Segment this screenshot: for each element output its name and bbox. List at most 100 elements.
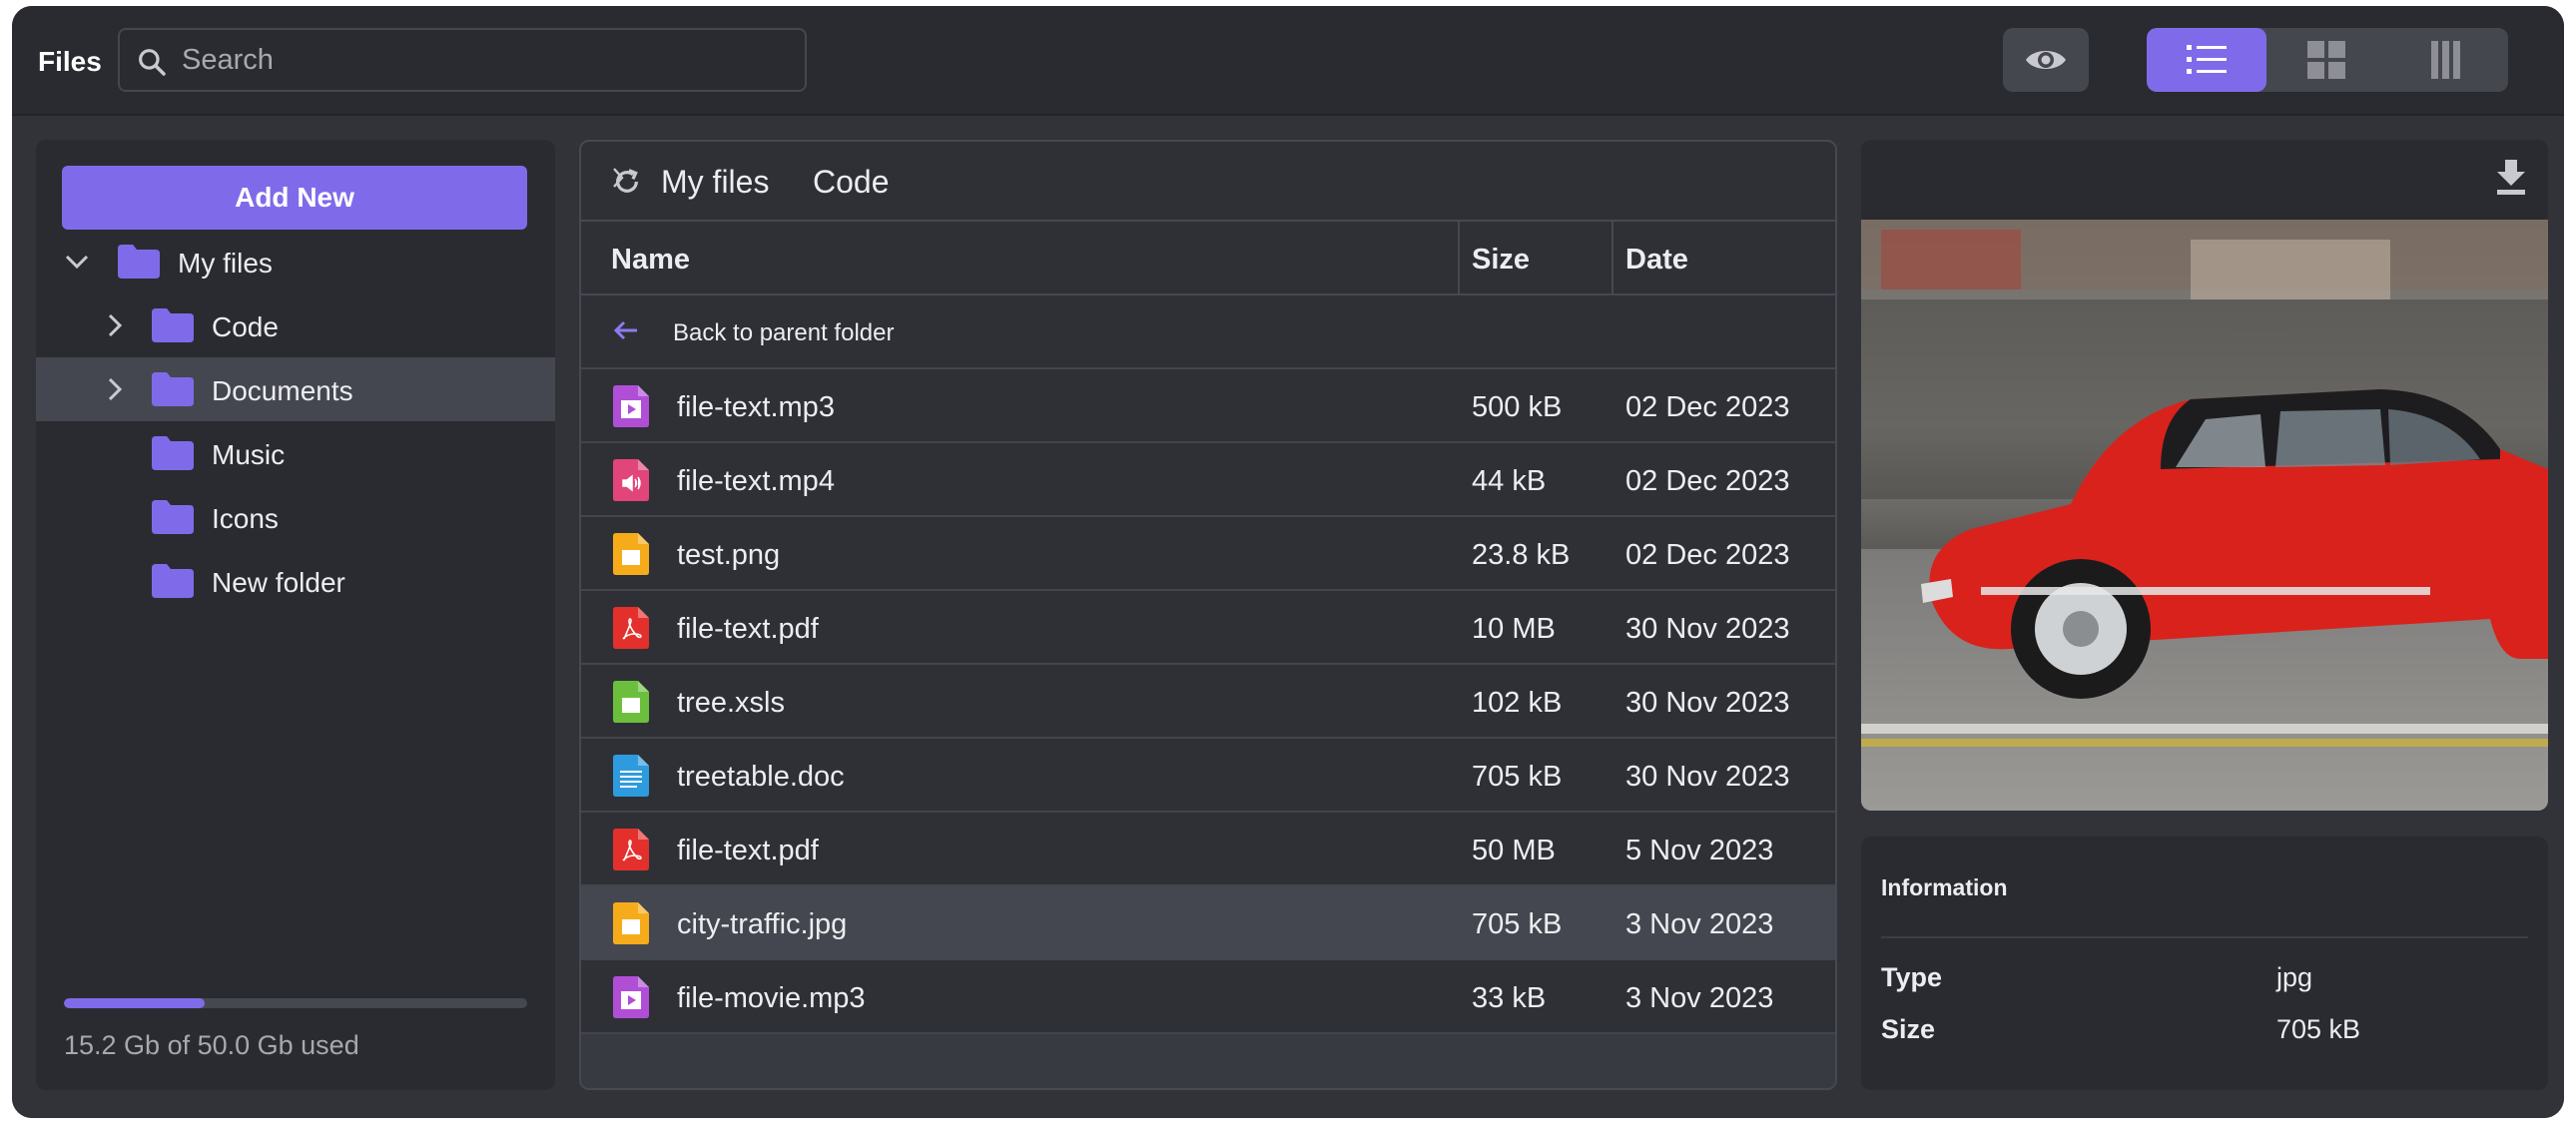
table-row[interactable]: file-text.mp4 44 kB 02 Dec 2023 <box>581 443 1835 517</box>
columns-view-icon <box>2431 41 2460 79</box>
table-row[interactable]: file-text.mp3 500 kB 02 Dec 2023 <box>581 369 1835 443</box>
column-divider <box>1458 222 1460 295</box>
arrow-left-icon <box>613 320 637 340</box>
breadcrumb: My files Code <box>581 142 1835 222</box>
tree-item-label: New folder <box>212 567 345 598</box>
folder-icon <box>118 245 160 279</box>
file-size: 102 kB <box>1472 687 1563 719</box>
file-date: 02 Dec 2023 <box>1625 391 1790 423</box>
folder-icon <box>152 372 194 406</box>
file-date: 30 Nov 2023 <box>1625 761 1790 793</box>
tree-item-my-files[interactable]: My files <box>36 230 555 293</box>
table-row[interactable]: file-text.pdf 10 MB 30 Nov 2023 <box>581 591 1835 665</box>
main-content: Add New My files Code Documents Music Ic… <box>12 116 2564 1118</box>
file-date: 02 Dec 2023 <box>1625 465 1790 497</box>
table-header: Name Size Date <box>581 222 1835 295</box>
table-row[interactable]: file-text.pdf 50 MB 5 Nov 2023 <box>581 813 1835 886</box>
grid-view-button[interactable] <box>2266 28 2386 92</box>
column-divider <box>1611 222 1613 295</box>
image-file-icon <box>613 902 649 944</box>
table-row[interactable]: city-traffic.jpg 705 kB 3 Nov 2023 <box>581 886 1835 960</box>
audio-file-icon <box>613 459 649 501</box>
info-type-value: jpg <box>2276 962 2313 992</box>
breadcrumb-current: Code <box>813 164 890 200</box>
file-size: 10 MB <box>1472 613 1556 645</box>
tree-item-code[interactable]: Code <box>36 293 555 357</box>
search-box[interactable] <box>118 28 807 92</box>
file-size: 705 kB <box>1472 761 1563 793</box>
app-title: Files <box>38 46 102 77</box>
preview-image <box>1861 220 2548 811</box>
file-size: 500 kB <box>1472 391 1563 423</box>
file-name: treetable.doc <box>677 761 845 793</box>
file-name: file-movie.mp3 <box>677 982 866 1014</box>
file-date: 3 Nov 2023 <box>1625 982 1774 1014</box>
image-file-icon <box>613 533 649 575</box>
tree-item-label: My files <box>178 248 273 279</box>
pdf-file-icon <box>613 607 649 649</box>
storage-usage-text: 15.2 Gb of 50.0 Gb used <box>64 1030 359 1060</box>
file-name: city-traffic.jpg <box>677 908 848 940</box>
file-date: 5 Nov 2023 <box>1625 835 1774 866</box>
table-row[interactable]: file-movie.mp3 33 kB 3 Nov 2023 <box>581 960 1835 1034</box>
file-size: 33 kB <box>1472 982 1547 1014</box>
information-panel: Information Type jpg Size 705 kB <box>1861 837 2548 1090</box>
information-divider <box>1881 936 2528 938</box>
search-input[interactable] <box>182 40 781 80</box>
table-row[interactable]: tree.xsls 102 kB 30 Nov 2023 <box>581 665 1835 739</box>
grid-view-icon <box>2307 41 2345 79</box>
table-row[interactable]: test.png 23.8 kB 02 Dec 2023 <box>581 517 1835 591</box>
storage-usage-fill <box>64 998 206 1008</box>
tree-item-label: Music <box>212 439 286 470</box>
breadcrumb-separator-icon <box>613 168 624 188</box>
columns-view-button[interactable] <box>2386 28 2506 92</box>
file-size: 23.8 kB <box>1472 539 1571 571</box>
tree-item-documents[interactable]: Documents <box>36 357 555 421</box>
back-to-parent-label: Back to parent folder <box>673 319 895 346</box>
chevron-right-icon[interactable] <box>100 310 130 340</box>
breadcrumb-root[interactable]: My files <box>661 164 769 201</box>
file-size: 44 kB <box>1472 465 1547 497</box>
list-view-button[interactable] <box>2147 28 2266 92</box>
file-size: 50 MB <box>1472 835 1556 866</box>
file-list-panel: My files Code Name Size Date Back to par… <box>579 140 1837 1090</box>
chevron-down-icon[interactable] <box>62 247 92 277</box>
document-file-icon <box>613 755 649 797</box>
tree-item-icons[interactable]: Icons <box>36 485 555 549</box>
file-name: tree.xsls <box>677 687 785 719</box>
column-header-date[interactable]: Date <box>1625 244 1688 277</box>
folder-icon <box>152 308 194 342</box>
download-icon[interactable] <box>2494 158 2528 196</box>
file-name: file-text.mp3 <box>677 391 835 423</box>
file-name: file-text.mp4 <box>677 465 835 497</box>
preview-toggle-button[interactable] <box>2003 28 2089 92</box>
tree-item-label: Documents <box>212 375 353 406</box>
tree-item-label: Code <box>212 311 279 342</box>
folder-icon <box>152 564 194 598</box>
column-header-size[interactable]: Size <box>1472 244 1530 277</box>
video-file-icon <box>613 976 649 1018</box>
eye-icon <box>2026 51 2066 69</box>
information-title: Information <box>1881 874 2008 900</box>
search-icon <box>139 49 166 76</box>
chevron-right-icon[interactable] <box>100 374 130 404</box>
back-to-parent-row[interactable]: Back to parent folder <box>581 295 1835 369</box>
info-size-value: 705 kB <box>2276 1014 2361 1044</box>
preview-panel <box>1861 140 2548 811</box>
add-new-button[interactable]: Add New <box>62 166 527 230</box>
file-date: 30 Nov 2023 <box>1625 687 1790 719</box>
file-name: file-text.pdf <box>677 835 819 866</box>
view-mode-switcher <box>2147 28 2508 92</box>
file-name: test.png <box>677 539 781 571</box>
info-size-key: Size <box>1881 1014 1936 1044</box>
video-file-icon <box>613 385 649 427</box>
column-header-name[interactable]: Name <box>611 244 690 277</box>
top-toolbar: Files <box>12 6 2564 116</box>
table-row[interactable]: treetable.doc 705 kB 30 Nov 2023 <box>581 739 1835 813</box>
tree-item-label: Icons <box>212 503 279 534</box>
tree-item-new-folder[interactable]: New folder <box>36 549 555 613</box>
folder-sidebar: Add New My files Code Documents Music Ic… <box>36 140 555 1090</box>
folder-icon <box>152 436 194 470</box>
tree-item-music[interactable]: Music <box>36 421 555 485</box>
file-size: 705 kB <box>1472 908 1563 940</box>
